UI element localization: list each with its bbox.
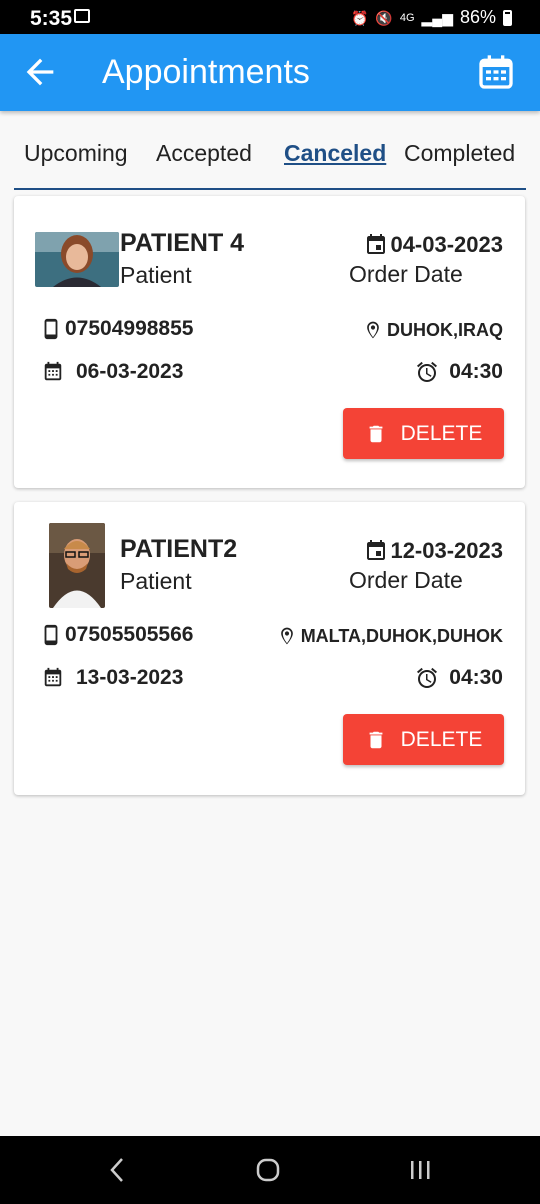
network-type: 4G — [399, 11, 415, 24]
nav-recents-button[interactable] — [400, 1154, 440, 1186]
patient-name: PATIENT2 — [120, 535, 238, 563]
location-pin-icon — [367, 321, 379, 339]
order-date-label: Order Date — [349, 261, 463, 287]
alarm-status-icon: ⏰ — [350, 9, 369, 26]
status-bar: 5:35 ⏰ 🔇 4G ▂▄▆ 86% — [0, 0, 540, 34]
delete-button[interactable]: DELETE — [343, 408, 504, 459]
order-date-value: 12-03-2023 — [390, 538, 503, 563]
patient-location: DUHOK,IRAQ — [363, 318, 503, 342]
signal-icon: ▂▄▆ — [421, 9, 453, 26]
alarm-icon — [417, 361, 438, 382]
patient-avatar — [35, 232, 119, 287]
back-arrow-icon — [26, 58, 54, 86]
date-icon — [44, 667, 62, 687]
tab-completed[interactable]: Completed — [404, 140, 515, 167]
location-pin-icon — [280, 627, 293, 645]
appointment-time: 04:30 — [415, 666, 503, 690]
order-date-label: Order Date — [349, 567, 463, 593]
location-text: MALTA,DUHOK,DUHOK — [300, 625, 503, 646]
trash-icon — [369, 731, 383, 748]
appointment-card: PATIENT2 Patient 12-03-2023 Order Date 0… — [14, 502, 525, 795]
phone-number: 07505505566 — [65, 623, 194, 646]
status-icons: ⏰ 🔇 4G ▂▄▆ 86% — [351, 7, 512, 28]
appointment-date: 06-03-2023 — [42, 360, 183, 384]
patient-phone: 07504998855 — [40, 316, 193, 342]
location-text: DUHOK,IRAQ — [387, 319, 503, 340]
nav-home-button[interactable] — [248, 1154, 288, 1186]
date-value: 13-03-2023 — [76, 666, 184, 689]
alarm-icon — [417, 667, 438, 688]
mute-status-icon: 🔇 — [375, 9, 393, 26]
delete-button[interactable]: DELETE — [343, 714, 504, 765]
page-title: Appointments — [102, 53, 310, 91]
appointment-date: 13-03-2023 — [42, 666, 183, 690]
appointment-time: 04:30 — [415, 360, 503, 384]
trash-icon — [369, 425, 383, 442]
tab-upcoming[interactable]: Upcoming — [24, 140, 128, 167]
order-date: 12-03-2023 — [364, 538, 503, 564]
patient-name: PATIENT 4 — [120, 229, 245, 257]
patient-role: Patient — [120, 262, 192, 288]
patient-role: Patient — [120, 568, 192, 594]
nav-back-button[interactable] — [98, 1154, 138, 1186]
tab-accepted[interactable]: Accepted — [156, 140, 252, 167]
date-value: 06-03-2023 — [76, 360, 184, 383]
time-value: 04:30 — [449, 360, 503, 383]
date-icon — [44, 361, 62, 381]
system-nav-bar — [0, 1136, 540, 1204]
appointment-card: PATIENT 4 Patient 04-03-2023 Order Date … — [14, 196, 525, 488]
back-button[interactable] — [20, 52, 60, 92]
patient-phone: 07505505566 — [40, 622, 193, 648]
phone-number: 07504998855 — [65, 317, 194, 340]
patient-avatar — [49, 523, 105, 608]
patient-location: MALTA,DUHOK,DUHOK — [277, 624, 503, 648]
event-icon — [367, 540, 386, 560]
home-circle-icon — [256, 1158, 280, 1182]
time-value: 04:30 — [449, 666, 503, 689]
app-bar: Appointments — [0, 34, 540, 111]
tab-bar: Upcoming Accepted Canceled Completed — [14, 112, 526, 190]
order-date-value: 04-03-2023 — [390, 232, 503, 257]
order-date: 04-03-2023 — [364, 232, 503, 258]
recents-icon — [411, 1161, 430, 1179]
delete-label: DELETE — [400, 727, 483, 751]
battery-percent: 86% — [459, 7, 496, 27]
battery-icon — [503, 9, 512, 26]
gallery-notification-icon — [74, 9, 90, 23]
phone-icon — [44, 624, 58, 646]
event-icon — [367, 234, 386, 254]
calendar-button[interactable] — [476, 52, 516, 92]
delete-label: DELETE — [400, 421, 483, 445]
phone-icon — [44, 318, 58, 340]
calendar-icon — [479, 55, 513, 89]
chevron-left-icon — [110, 1158, 123, 1182]
tab-canceled[interactable]: Canceled — [284, 140, 386, 167]
